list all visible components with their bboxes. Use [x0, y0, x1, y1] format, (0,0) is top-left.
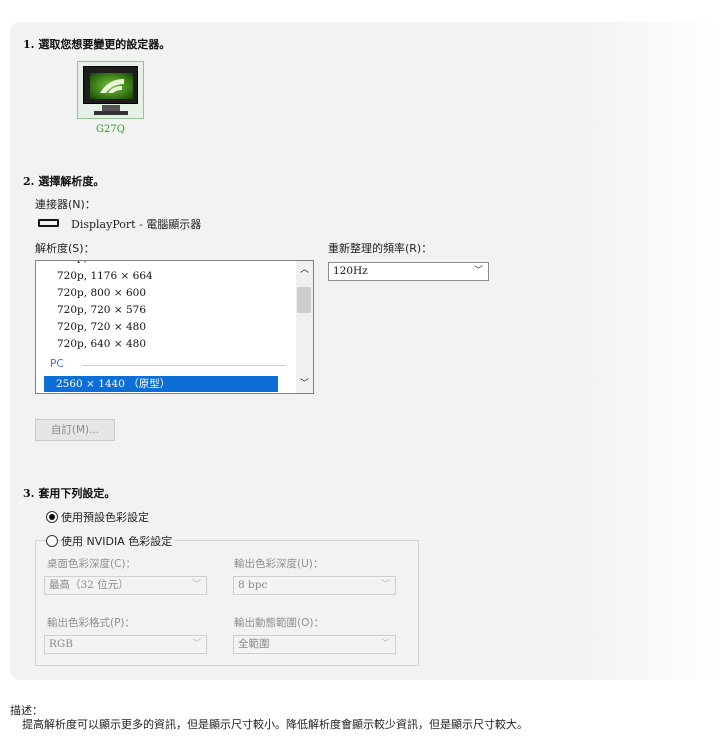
chevron-down-icon: ﹀ [380, 639, 390, 649]
scroll-up-icon[interactable]: ︿ [296, 262, 313, 279]
scroll-down-icon[interactable]: ﹀ [296, 376, 313, 393]
listbox-scrollbar[interactable]: ︿ ﹀ [296, 261, 313, 393]
scroll-thumb[interactable] [297, 287, 311, 313]
description-text: 提高解析度可以顯示更多的資訊，但是顯示尺寸較小。降低解析度會顯示較少資訊，但是顯… [22, 718, 528, 731]
connector-label: 連接器(N)： [35, 198, 96, 211]
chevron-down-icon: ﹀ [473, 266, 483, 276]
display-name: G27Q [96, 124, 125, 135]
desktop-depth-label: 桌面色彩深度(C)： [47, 558, 137, 570]
list-item[interactable]: 720p, 1280 × 720 [57, 261, 153, 264]
option-default-label[interactable]: 使用預設色彩設定 [61, 509, 149, 525]
resolution-label: 解析度(S)： [35, 242, 95, 255]
nvidia-monitor-icon [83, 66, 138, 104]
list-group-header: PC [50, 358, 64, 370]
refresh-rate-label: 重新整理的頻率(R)： [328, 242, 433, 255]
list-item[interactable]: 720p, 640 × 480 [57, 338, 146, 350]
output-depth-label: 輸出色彩深度(U)： [234, 558, 324, 570]
resolution-listbox[interactable]: 720p, 1280 × 720 720p, 1176 × 664 720p, … [35, 260, 314, 394]
output-depth-value: 8 bpc [238, 579, 268, 591]
chevron-down-icon: ﹀ [191, 639, 201, 649]
desktop-depth-select[interactable]: 最高（32 位元） ﹀ [44, 576, 207, 595]
list-item-selected[interactable]: 2560 × 1440 （原型） [44, 376, 278, 392]
output-range-value: 全範圍 [238, 638, 270, 650]
step1-title: 1. 選取您想要變更的設定器。 [23, 38, 171, 51]
step2-title: 2. 選擇解析度。 [23, 175, 105, 188]
radio-nvidia-color[interactable] [46, 535, 58, 547]
list-item[interactable]: 720p, 1176 × 664 [57, 270, 153, 282]
list-item[interactable]: 720p, 800 × 600 [57, 287, 146, 299]
list-separator [82, 365, 286, 366]
displayport-icon [38, 219, 59, 227]
customize-button[interactable]: 自訂(M)... [35, 419, 115, 441]
refresh-rate-select[interactable]: 120Hz ﹀ [328, 262, 489, 281]
output-range-label: 輸出動態範圍(O)： [234, 617, 324, 629]
list-item[interactable]: 720p, 720 × 480 [57, 321, 146, 333]
output-depth-select[interactable]: 8 bpc ﹀ [233, 576, 396, 595]
output-range-select[interactable]: 全範圍 ﹀ [233, 635, 396, 654]
connector-value: DisplayPort - 電腦顯示器 [71, 218, 202, 231]
chevron-down-icon: ﹀ [191, 580, 201, 590]
step3-title: 3. 套用下列設定。 [23, 487, 116, 500]
display-g27q-button[interactable] [77, 61, 144, 119]
output-format-value: RGB [49, 638, 74, 650]
output-format-label: 輸出色彩格式(P)： [47, 617, 136, 629]
desktop-depth-value: 最高（32 位元） [49, 579, 129, 591]
output-format-select[interactable]: RGB ﹀ [44, 635, 207, 654]
refresh-rate-value: 120Hz [333, 265, 368, 277]
list-item[interactable]: 720p, 720 × 576 [57, 304, 146, 316]
radio-default-color[interactable] [46, 511, 58, 523]
option-nvidia-label[interactable]: 使用 NVIDIA 色彩設定 [61, 533, 176, 549]
chevron-down-icon: ﹀ [380, 580, 390, 590]
